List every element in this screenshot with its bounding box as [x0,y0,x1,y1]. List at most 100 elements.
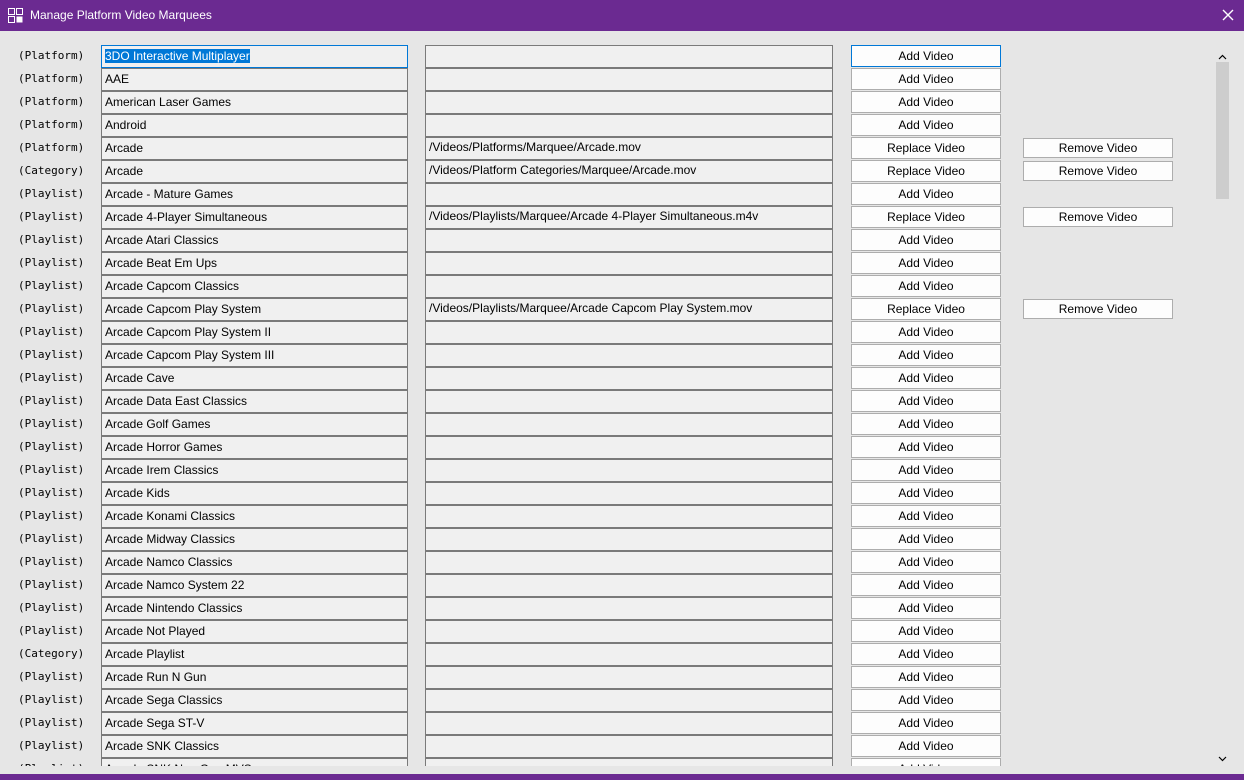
add-video-button[interactable]: Add Video [851,620,1001,642]
video-path-field[interactable] [425,91,833,114]
add-video-button[interactable]: Add Video [851,758,1001,766]
add-video-button[interactable]: Add Video [851,45,1001,67]
add-video-button[interactable]: Add Video [851,735,1001,757]
add-video-button[interactable]: Add Video [851,390,1001,412]
video-path-field[interactable]: /Videos/Playlists/Marquee/Arcade Capcom … [425,298,833,321]
add-video-button[interactable]: Add Video [851,689,1001,711]
item-name-field[interactable]: Arcade Midway Classics [101,528,408,551]
add-video-button[interactable]: Add Video [851,482,1001,504]
add-video-button[interactable]: Add Video [851,643,1001,665]
replace-video-button[interactable]: Replace Video [851,160,1001,182]
replace-video-button[interactable]: Replace Video [851,298,1001,320]
item-name-field[interactable]: Arcade Kids [101,482,408,505]
item-name-field[interactable]: Arcade Run N Gun [101,666,408,689]
video-path-field[interactable] [425,275,833,298]
item-name-field[interactable]: Arcade Capcom Play System [101,298,408,321]
item-name-field[interactable]: Arcade [101,137,408,160]
add-video-button[interactable]: Add Video [851,436,1001,458]
video-path-field[interactable] [425,689,833,712]
video-path-field[interactable] [425,436,833,459]
add-video-button[interactable]: Add Video [851,459,1001,481]
video-path-field[interactable] [425,712,833,735]
item-name-field[interactable]: AAE [101,68,408,91]
item-name-field[interactable]: Arcade Sega ST-V [101,712,408,735]
video-path-field[interactable] [425,643,833,666]
video-path-field[interactable] [425,367,833,390]
item-name-field[interactable]: Arcade Playlist [101,643,408,666]
item-name-field[interactable]: Arcade Konami Classics [101,505,408,528]
item-name-field[interactable]: Arcade Data East Classics [101,390,408,413]
video-path-field[interactable] [425,183,833,206]
video-path-field[interactable] [425,344,833,367]
item-name-field[interactable]: Android [101,114,408,137]
replace-video-button[interactable]: Replace Video [851,206,1001,228]
item-name-field[interactable]: Arcade Capcom Play System III [101,344,408,367]
video-path-field[interactable] [425,666,833,689]
video-path-field[interactable] [425,528,833,551]
add-video-button[interactable]: Add Video [851,413,1001,435]
video-path-field[interactable] [425,597,833,620]
video-path-field[interactable] [425,551,833,574]
add-video-button[interactable]: Add Video [851,505,1001,527]
video-path-field[interactable]: /Videos/Platforms/Marquee/Arcade.mov [425,137,833,160]
item-name-field[interactable]: Arcade Beat Em Ups [101,252,408,275]
video-path-field[interactable] [425,390,833,413]
item-name-field[interactable]: Arcade Horror Games [101,436,408,459]
item-name-field[interactable]: Arcade - Mature Games [101,183,408,206]
item-name-field[interactable]: Arcade Namco Classics [101,551,408,574]
item-name-field[interactable]: Arcade Golf Games [101,413,408,436]
add-video-button[interactable]: Add Video [851,68,1001,90]
add-video-button[interactable]: Add Video [851,712,1001,734]
video-path-field[interactable] [425,114,833,137]
video-path-field[interactable] [425,68,833,91]
video-path-field[interactable] [425,758,833,766]
video-path-field[interactable] [425,229,833,252]
add-video-button[interactable]: Add Video [851,183,1001,205]
remove-video-button[interactable]: Remove Video [1023,207,1173,227]
add-video-button[interactable]: Add Video [851,275,1001,297]
video-path-field[interactable] [425,459,833,482]
item-name-field[interactable]: 3DO Interactive Multiplayer [101,45,408,68]
remove-video-button[interactable]: Remove Video [1023,161,1173,181]
video-path-field[interactable]: /Videos/Playlists/Marquee/Arcade 4-Playe… [425,206,833,229]
item-name-field[interactable]: Arcade Atari Classics [101,229,408,252]
add-video-button[interactable]: Add Video [851,114,1001,136]
item-name-field[interactable]: Arcade Not Played [101,620,408,643]
item-name-field[interactable]: Arcade 4-Player Simultaneous [101,206,408,229]
vertical-scrollbar[interactable] [1215,47,1229,763]
item-name-field[interactable]: Arcade Namco System 22 [101,574,408,597]
item-name-field[interactable]: Arcade SNK Classics [101,735,408,758]
add-video-button[interactable]: Add Video [851,597,1001,619]
video-path-field[interactable] [425,505,833,528]
add-video-button[interactable]: Add Video [851,229,1001,251]
item-name-field[interactable]: Arcade Sega Classics [101,689,408,712]
video-path-field[interactable] [425,252,833,275]
add-video-button[interactable]: Add Video [851,528,1001,550]
add-video-button[interactable]: Add Video [851,321,1001,343]
item-name-field[interactable]: American Laser Games [101,91,408,114]
item-name-field[interactable]: Arcade SNK Neo Geo MVS [101,758,408,766]
add-video-button[interactable]: Add Video [851,91,1001,113]
add-video-button[interactable]: Add Video [851,574,1001,596]
add-video-button[interactable]: Add Video [851,551,1001,573]
scroll-up-button[interactable] [1215,47,1229,61]
add-video-button[interactable]: Add Video [851,367,1001,389]
replace-video-button[interactable]: Replace Video [851,137,1001,159]
item-name-field[interactable]: Arcade Capcom Classics [101,275,408,298]
add-video-button[interactable]: Add Video [851,666,1001,688]
video-path-field[interactable] [425,482,833,505]
video-path-field[interactable]: /Videos/Platform Categories/Marquee/Arca… [425,160,833,183]
video-path-field[interactable] [425,321,833,344]
video-path-field[interactable] [425,735,833,758]
remove-video-button[interactable]: Remove Video [1023,299,1173,319]
video-path-field[interactable] [425,620,833,643]
video-path-field[interactable] [425,413,833,436]
item-name-field[interactable]: Arcade [101,160,408,183]
video-path-field[interactable] [425,45,833,68]
close-button[interactable] [1216,3,1240,27]
item-name-field[interactable]: Arcade Cave [101,367,408,390]
item-name-field[interactable]: Arcade Capcom Play System II [101,321,408,344]
add-video-button[interactable]: Add Video [851,252,1001,274]
scroll-down-button[interactable] [1215,749,1229,763]
item-name-field[interactable]: Arcade Irem Classics [101,459,408,482]
